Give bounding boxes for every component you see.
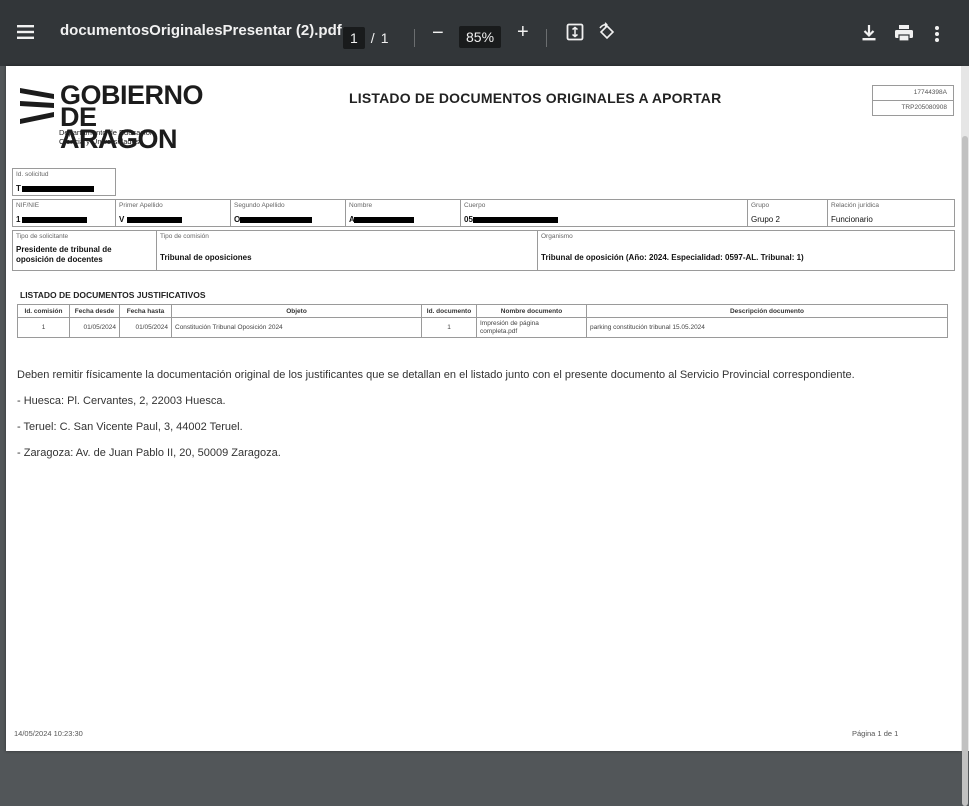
page-number: Página 1 de 1 xyxy=(852,729,899,738)
pdf-page: GOBIERNO DE ARAGON Departamento de Educa… xyxy=(6,66,961,751)
toolbar-divider xyxy=(414,29,415,47)
justificativos-section-title: LISTADO DE DOCUMENTOS JUSTIFICATIVOS xyxy=(20,290,206,300)
cell-objeto: Constitución Tribunal Oposición 2024 xyxy=(171,317,422,338)
cell-id-documento: 1 xyxy=(421,317,477,338)
field-tipo-comision: Tipo de comisión Tribunal de oposiciones xyxy=(156,230,538,271)
zoom-level-input[interactable]: 85% xyxy=(459,26,502,48)
column-header: Id. documento xyxy=(421,304,477,318)
redaction-bar xyxy=(22,186,94,192)
field-nif: NIF/NIE 1 xyxy=(12,199,116,227)
field-grupo: Grupo Grupo 2 xyxy=(747,199,828,227)
field-organismo: Organismo Tribunal de oposición (Año: 20… xyxy=(537,230,955,271)
cell-id-comision: 1 xyxy=(17,317,70,338)
address-huesca: - Huesca: Pl. Cervantes, 2, 22003 Huesca… xyxy=(17,395,226,407)
document-title: LISTADO DE DOCUMENTOS ORIGINALES A APORT… xyxy=(349,90,722,106)
table-row: 1 01/05/2024 01/05/2024 Constitución Tri… xyxy=(17,317,948,338)
document-filename: documentosOriginalesPresentar (2).pdf xyxy=(60,22,342,39)
gobierno-aragon-logo: GOBIERNO DE ARAGON Departamento de Educa… xyxy=(18,82,218,163)
field-cuerpo: Cuerpo 05 xyxy=(460,199,748,227)
field-relacion-juridica: Relación jurídica Funcionario xyxy=(827,199,955,227)
fit-page-icon[interactable] xyxy=(566,23,584,46)
field-nombre: Nombre A xyxy=(345,199,461,227)
print-icon[interactable] xyxy=(894,24,914,47)
print-timestamp: 14/05/2024 10:23:30 xyxy=(14,729,83,738)
column-header: Objeto xyxy=(171,304,422,318)
page-separator: / xyxy=(370,30,375,46)
column-header: Fecha hasta xyxy=(119,304,172,318)
redaction-bar xyxy=(354,217,414,223)
column-header: Descripción documento xyxy=(586,304,948,318)
redaction-bar xyxy=(473,217,558,223)
zoom-out-button[interactable]: − xyxy=(432,22,444,45)
page-indicator: 1 / 1 xyxy=(343,26,388,50)
department-name: Departamento de Educación, Ciencia y Uni… xyxy=(59,128,157,146)
field-id-solicitud: Id. solicitud T xyxy=(12,168,116,196)
download-icon[interactable] xyxy=(861,24,877,47)
column-header: Nombre documento xyxy=(476,304,587,318)
redaction-bar xyxy=(240,217,312,223)
pdf-toolbar: documentosOriginalesPresentar (2).pdf 1 … xyxy=(0,0,969,66)
redaction-bar xyxy=(22,217,87,223)
cell-fecha-hasta: 01/05/2024 xyxy=(119,317,172,338)
reference-code: 17744398A xyxy=(913,89,947,96)
aragon-logo-icon xyxy=(20,88,54,124)
instructions-text: Deben remitir físicamente la documentaci… xyxy=(17,369,855,381)
table-header-row: Id. comisión Fecha desde Fecha hasta Obj… xyxy=(17,304,948,318)
zoom-in-button[interactable]: + xyxy=(517,21,529,44)
cell-fecha-desde: 01/05/2024 xyxy=(69,317,120,338)
cell-descripcion: parking constitución tribunal 15.05.2024 xyxy=(586,317,948,338)
cell-nombre-documento: Impresión de página completa.pdf xyxy=(476,317,587,338)
menu-icon[interactable] xyxy=(16,22,36,42)
registry-code: TRP205080908 xyxy=(873,100,953,115)
column-header: Id. comisión xyxy=(17,304,70,318)
address-teruel: - Teruel: C. San Vicente Paul, 3, 44002 … xyxy=(17,421,243,433)
reference-box: 17744398A TRP205080908 xyxy=(872,85,954,116)
field-primer-apellido: Primer Apellido V xyxy=(115,199,231,227)
address-zaragoza: - Zaragoza: Av. de Juan Pablo II, 20, 50… xyxy=(17,447,281,459)
field-tipo-solicitante: Tipo de solicitante Presidente de tribun… xyxy=(12,230,157,271)
current-page-input[interactable]: 1 xyxy=(343,27,365,49)
column-header: Fecha desde xyxy=(69,304,120,318)
redaction-bar xyxy=(127,217,182,223)
justificativos-table: Id. comisión Fecha desde Fecha hasta Obj… xyxy=(17,304,948,338)
toolbar-divider xyxy=(546,29,547,47)
field-segundo-apellido: Segundo Apellido O xyxy=(230,199,346,227)
scrollbar-thumb[interactable] xyxy=(962,136,968,806)
vertical-scrollbar[interactable] xyxy=(961,66,969,806)
rotate-icon[interactable] xyxy=(597,22,617,47)
more-options-icon[interactable] xyxy=(934,25,940,48)
total-pages: 1 xyxy=(380,30,389,46)
